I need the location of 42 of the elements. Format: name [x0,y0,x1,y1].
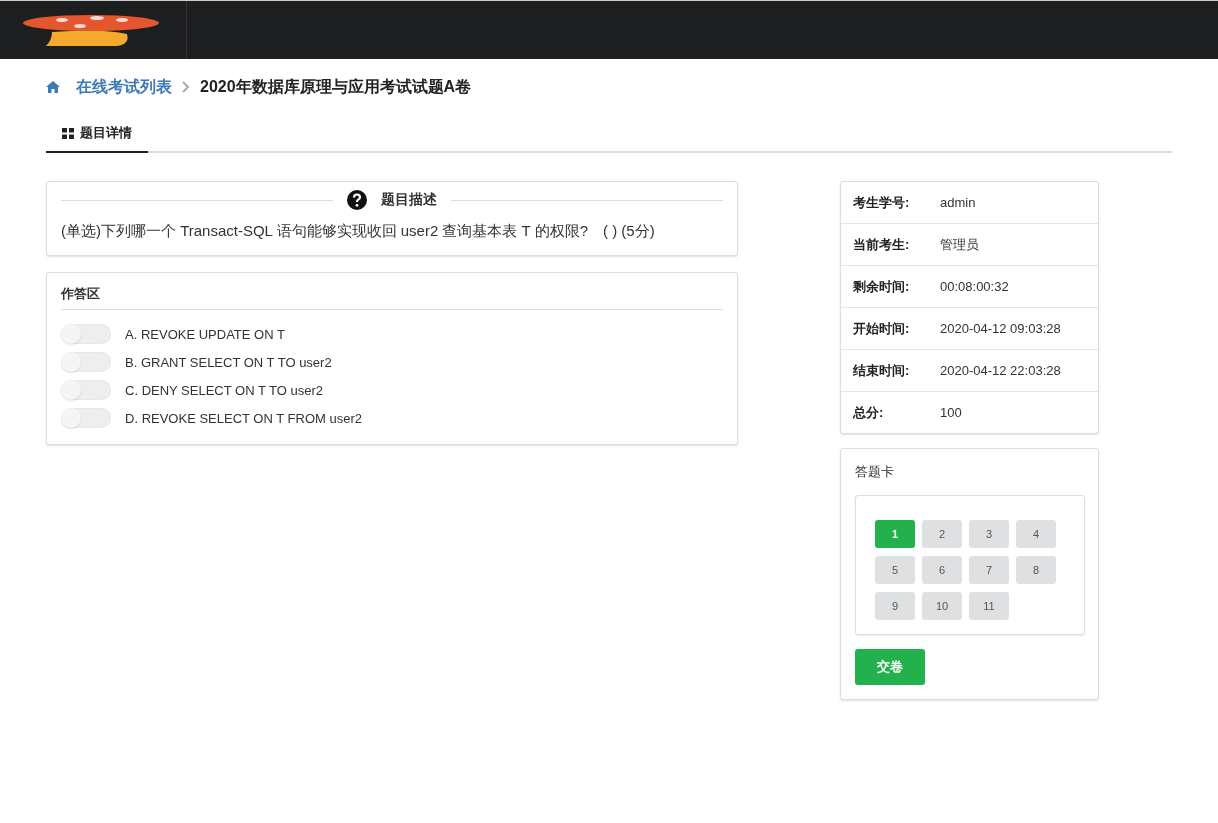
info-label: 当前考生: [853,235,911,254]
question-number-button[interactable]: 4 [1016,520,1056,548]
question-number-button[interactable]: 9 [875,592,915,620]
question-number-button[interactable]: 8 [1016,556,1056,584]
info-label: 剩余时间: [853,277,911,296]
breadcrumb-link[interactable]: 在线考试列表 [76,76,172,98]
option-label: C. DENY SELECT ON T TO user2 [125,382,323,398]
info-label: 考生学号: [853,193,911,212]
question-text: (单选)下列哪一个 Transact-SQL 语句能够实现收回 user2 查询基本表 T 的权限? ( ) (5分) [61,222,656,241]
question-number-button[interactable]: 5 [875,556,915,584]
option-toggle[interactable] [61,408,111,428]
question-number-button[interactable]: 6 [922,556,962,584]
details-tab[interactable]: 题目详情 [46,115,148,153]
question-number-button[interactable]: 10 [922,592,962,620]
answer-area-title: 作答区 [61,285,723,310]
option-label: A. REVOKE UPDATE ON T [125,326,285,342]
info-value: 管理员 [940,235,979,254]
info-value: admin [940,195,976,210]
question-number-button[interactable]: 11 [969,592,1009,620]
question-number-button[interactable]: 2 [922,520,962,548]
option-label: D. REVOKE SELECT ON T FROM user2 [125,410,362,426]
breadcrumb-current: 2020年数据库原理与应用考试试题A卷 [200,76,472,97]
question-number-button[interactable]: 7 [969,556,1009,584]
info-value: 2020-04-12 09:03:28 [940,321,1061,336]
mushroom-logo-icon[interactable] [22,14,160,46]
chevron-right-icon [182,81,190,93]
info-label: 结束时间: [853,361,911,380]
home-icon[interactable] [46,81,60,93]
info-value: 00:08:00:32 [940,279,1009,294]
grid-icon [62,127,74,139]
answer-card-title: 答题卡 [855,463,895,481]
question-number-button[interactable]: 3 [969,520,1009,548]
info-label: 总分: [853,403,885,422]
option-toggle[interactable] [61,324,111,344]
option-toggle[interactable] [61,352,111,372]
option-toggle[interactable] [61,380,111,400]
info-label: 开始时间: [853,319,911,338]
info-value: 2020-04-12 22:03:28 [940,363,1061,378]
option-label: B. GRANT SELECT ON T TO user2 [125,354,332,370]
question-mark-icon [347,190,367,210]
info-value: 100 [940,405,962,420]
question-heading: 题目描述 [381,191,437,209]
